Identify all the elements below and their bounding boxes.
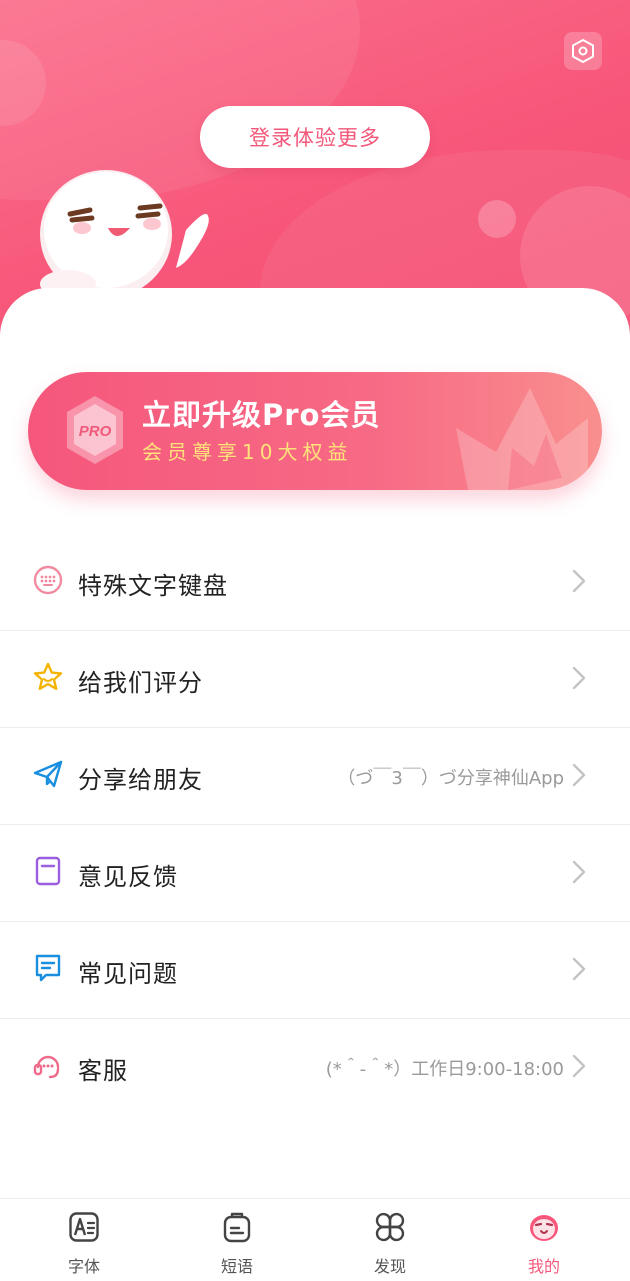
chevron-right-icon <box>572 666 586 690</box>
chevron-right-icon <box>572 763 586 787</box>
profile-avatar-icon <box>530 1215 558 1241</box>
tab-phrases[interactable]: 短语 <box>187 1199 287 1281</box>
bottom-tab-bar: 字体 短语 发现 我的 <box>0 1198 630 1281</box>
login-button[interactable]: 登录体验更多 <box>200 106 430 168</box>
settings-menu: 特殊文字键盘 给我们评分 分享给朋友 （づ￣3￣）づ分享神仙App 意见反馈 常… <box>0 534 630 1115</box>
menu-item-hint: (*＾-＾*）工作日9:00-18:00 <box>325 1059 564 1080</box>
decor-blob <box>478 200 516 238</box>
feedback-doc-icon <box>35 856 61 886</box>
discover-icon <box>375 1212 405 1242</box>
menu-item-label: 特殊文字键盘 <box>78 572 228 600</box>
tab-label: 字体 <box>67 1257 100 1276</box>
faq-chat-icon <box>35 954 61 982</box>
tab-fonts[interactable]: 字体 <box>34 1199 134 1281</box>
menu-item-label: 分享给朋友 <box>78 766 203 794</box>
keyboard-icon <box>33 565 63 595</box>
tab-discover[interactable]: 发现 <box>340 1199 440 1281</box>
chevron-right-icon <box>572 1054 586 1078</box>
menu-item-rate-us[interactable]: 给我们评分 <box>0 631 630 728</box>
mascot-illustration <box>40 170 209 298</box>
menu-item-label: 意见反馈 <box>78 863 178 891</box>
tab-me[interactable]: 我的 <box>494 1199 594 1281</box>
crown-decoration-icon <box>456 388 588 490</box>
pro-upgrade-banner[interactable]: PRO 立即升级Pro会员 会员尊享10大权益 <box>28 372 602 490</box>
menu-item-label: 常见问题 <box>78 960 178 988</box>
menu-item-feedback[interactable]: 意见反馈 <box>0 825 630 922</box>
settings-button[interactable] <box>564 32 602 70</box>
menu-item-hint: （づ￣3￣）づ分享神仙App <box>337 768 564 789</box>
paper-plane-icon <box>33 760 63 788</box>
menu-item-label: 客服 <box>78 1057 128 1085</box>
svg-text:PRO: PRO <box>79 423 112 440</box>
font-icon <box>69 1212 99 1242</box>
chevron-right-icon <box>572 957 586 981</box>
chevron-right-icon <box>572 569 586 593</box>
star-icon <box>33 662 63 690</box>
pro-badge-icon: PRO <box>67 396 123 464</box>
phrase-icon <box>223 1212 251 1243</box>
headset-icon <box>33 1055 60 1079</box>
menu-item-label: 给我们评分 <box>78 669 203 697</box>
tab-label: 短语 <box>220 1257 253 1276</box>
chevron-right-icon <box>572 860 586 884</box>
menu-item-special-keyboard[interactable]: 特殊文字键盘 <box>0 534 630 631</box>
pro-banner-title: 立即升级Pro会员 <box>142 398 381 432</box>
hexagon-settings-icon <box>572 38 594 64</box>
pro-banner-subtitle: 会员尊享10大权益 <box>142 440 353 464</box>
tab-label: 发现 <box>373 1257 406 1276</box>
tab-label: 我的 <box>527 1257 560 1276</box>
menu-item-faq[interactable]: 常见问题 <box>0 922 630 1019</box>
menu-item-customer-service[interactable]: 客服 (*＾-＾*）工作日9:00-18:00 <box>0 1019 630 1115</box>
menu-item-share[interactable]: 分享给朋友 （づ￣3￣）づ分享神仙App <box>0 728 630 825</box>
